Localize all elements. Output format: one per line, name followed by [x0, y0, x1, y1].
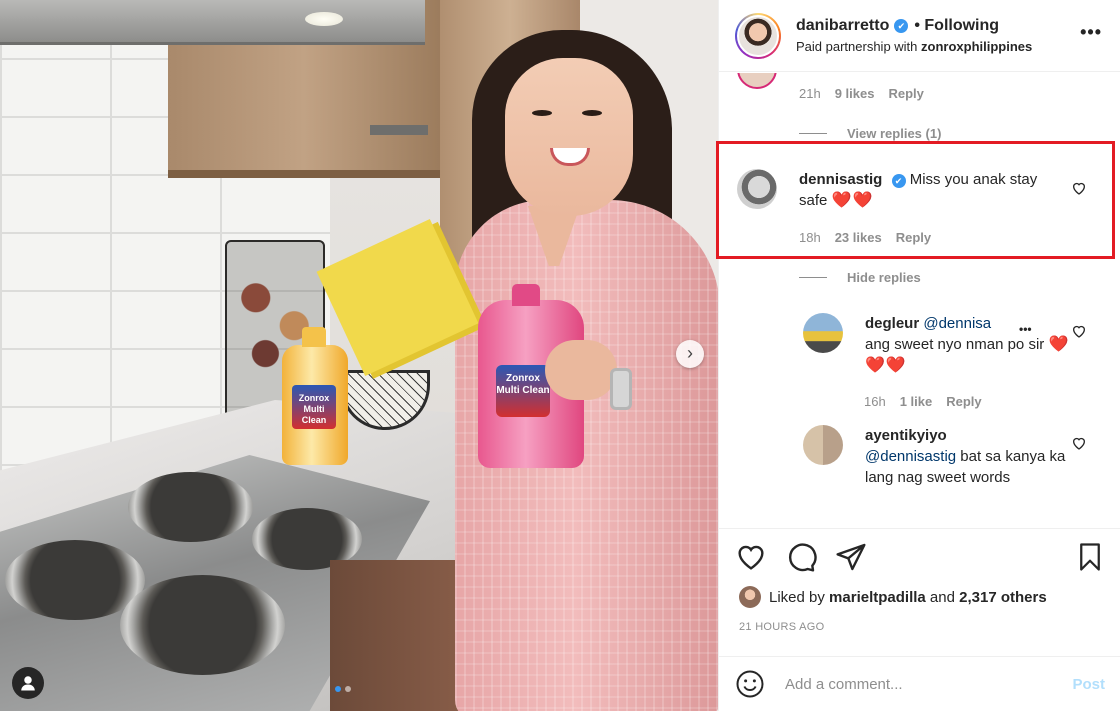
carousel-dot-active	[335, 686, 341, 692]
hide-replies-button[interactable]: Hide replies	[799, 270, 921, 285]
commenter-username[interactable]: ayentikyiyo	[865, 427, 947, 444]
verified-badge-icon: ✔	[891, 174, 906, 188]
like-comment-heart-icon[interactable]	[1071, 435, 1087, 451]
tagged-user-button[interactable]	[12, 667, 44, 699]
add-comment-bar: Post	[719, 656, 1120, 711]
author-avatar[interactable]	[735, 12, 781, 59]
post-header: danibarretto ✔ • Following Paid partners…	[719, 0, 1120, 72]
carousel-next-button[interactable]: ›	[676, 340, 704, 368]
user-icon	[21, 676, 35, 691]
eye	[532, 110, 552, 116]
comment-likes[interactable]: 9 likes	[835, 86, 875, 101]
comment-likes[interactable]: 23 likes	[835, 230, 882, 245]
reply-button[interactable]: Reply	[896, 230, 931, 245]
person-face	[505, 58, 633, 216]
comment-time: 16h	[864, 394, 886, 409]
comment-bubble-icon[interactable]	[785, 541, 817, 573]
cabinet-handle	[370, 125, 428, 135]
hide-replies-label: Hide replies	[847, 270, 921, 285]
liker-avatar[interactable]	[739, 586, 761, 608]
range-hood	[0, 0, 425, 45]
following-status[interactable]: • Following	[914, 17, 999, 35]
comment-time: 18h	[799, 230, 821, 245]
comment-time: 21h	[799, 86, 821, 101]
like-heart-icon[interactable]	[735, 541, 767, 573]
comment-likes[interactable]: 1 like	[900, 394, 933, 409]
view-replies-button[interactable]: View replies (1)	[799, 126, 941, 141]
like-comment-heart-icon[interactable]	[1071, 180, 1087, 196]
liked-by-and: and	[929, 588, 955, 606]
reply-more-options-icon[interactable]: •••	[1015, 322, 1036, 336]
burner	[128, 472, 253, 542]
partner-link[interactable]: zonroxphilippines	[921, 39, 1032, 54]
eye	[582, 110, 602, 116]
post-actions: Liked by marieltpadilla and 2,317 others…	[719, 528, 1120, 656]
burner	[120, 575, 285, 675]
like-comment-heart-icon[interactable]	[1071, 323, 1087, 339]
comment-item: dennisastig ✔ Miss you anak stay safe ❤️…	[737, 169, 1067, 211]
view-replies-label: View replies (1)	[847, 126, 942, 141]
author-username[interactable]: danibarretto	[796, 17, 889, 35]
carousel-dots	[335, 686, 351, 692]
more-options-icon[interactable]: •••	[1080, 22, 1102, 43]
hand	[545, 340, 617, 400]
save-bookmark-icon[interactable]	[1075, 541, 1105, 573]
verified-badge-icon: ✔	[894, 19, 909, 33]
post-side-panel: danibarretto ✔ • Following Paid partners…	[718, 0, 1120, 711]
bottle-label: Zonrox Multi Clean	[496, 365, 550, 417]
commenter-avatar[interactable]	[737, 73, 777, 89]
liked-by-prefix: Liked by	[769, 588, 825, 606]
partnership-prefix: Paid partnership with	[796, 39, 922, 54]
commenter-avatar[interactable]	[803, 425, 843, 465]
paid-partnership-label: Paid partnership with zonroxphilippines	[796, 39, 1032, 54]
hood-light	[305, 12, 343, 26]
commenter-username[interactable]: dennisastig	[799, 171, 882, 188]
liked-by-summary: Liked by marieltpadilla and 2,317 others	[739, 586, 1047, 608]
comment-input[interactable]	[785, 675, 1073, 693]
comment-text: ang sweet nyo nman po sir	[865, 336, 1049, 353]
commenter-username[interactable]: degleur	[865, 315, 919, 332]
reply-item: ayentikyiyo @dennisastig bat sa kanya ka…	[803, 425, 1073, 488]
chevron-right-icon: ›	[687, 343, 693, 363]
comment-meta: 21h 9 likes Reply	[799, 86, 924, 101]
bottle-label: Zonrox Multi Clean	[292, 385, 336, 429]
smartwatch	[610, 368, 632, 410]
post-comment-button[interactable]: Post	[1072, 676, 1105, 693]
heart-emoji: ❤️❤️	[831, 192, 874, 209]
mention-link[interactable]: @dennisa	[923, 315, 991, 332]
share-paper-plane-icon[interactable]	[835, 541, 867, 573]
emoji-icon[interactable]	[735, 669, 765, 699]
mention-link[interactable]: @dennisastig	[865, 448, 956, 465]
likes-count-link[interactable]: 2,317 others	[959, 589, 1047, 606]
comment-meta: 16h 1 like Reply	[864, 394, 982, 409]
commenter-avatar[interactable]	[737, 169, 777, 209]
yellow-cleaner-bottle: Zonrox Multi Clean	[282, 327, 348, 465]
carousel-dot	[345, 686, 351, 692]
reply-button[interactable]: Reply	[888, 86, 923, 101]
commenter-avatar[interactable]	[803, 313, 843, 353]
reply-button[interactable]: Reply	[946, 394, 981, 409]
post-timestamp[interactable]: 21 HOURS AGO	[739, 621, 825, 633]
liker-username[interactable]: marieltpadilla	[829, 589, 926, 606]
comments-list: 21h 9 likes Reply View replies (1) denni…	[719, 73, 1120, 529]
comment-meta: 18h 23 likes Reply	[799, 230, 931, 245]
post-photo[interactable]: Zonrox Multi Clean Zonrox Multi Clean ›	[0, 0, 718, 711]
